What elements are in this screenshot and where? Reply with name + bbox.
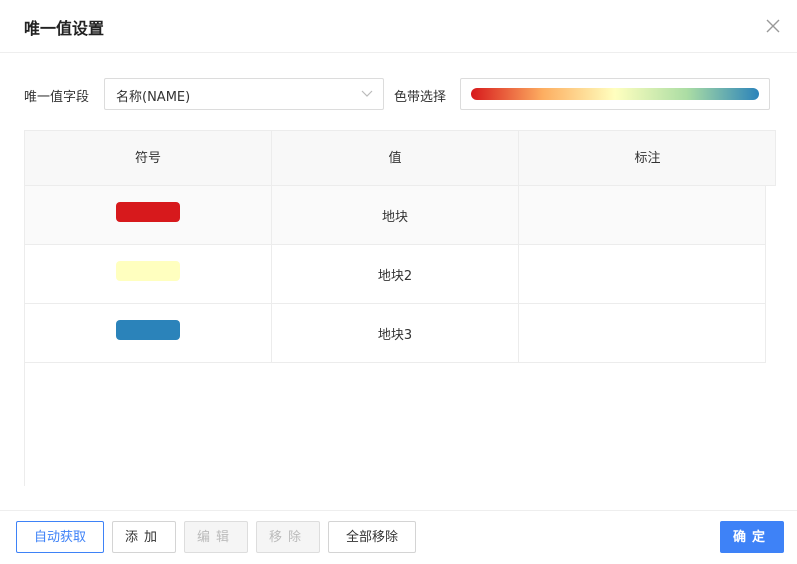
value-cell: 地块3 (272, 304, 519, 362)
header-label: 标注 (634, 151, 661, 166)
unique-value-dialog: 唯一值设置 唯一值字段 名称(NAME) 色带选择 符号 值 标注 地块 地块2… (0, 0, 797, 564)
dialog-footer: 自动获取 添加 编辑 移除 全部移除 确定 (0, 510, 797, 564)
table-row[interactable]: 地块 (25, 186, 766, 245)
label-cell[interactable] (519, 304, 766, 362)
symbol-swatch[interactable] (116, 320, 180, 340)
color-ramp-preview (471, 88, 759, 100)
symbol-cell (25, 186, 272, 244)
value-cell: 地块2 (272, 245, 519, 303)
label-cell[interactable] (519, 245, 766, 303)
value-cell: 地块 (272, 186, 519, 244)
dialog-header: 唯一值设置 (0, 0, 797, 53)
value-text: 地块2 (377, 269, 413, 284)
symbol-table: 符号 值 标注 地块 地块2 地块3 (24, 130, 776, 486)
remove-all-button[interactable]: 全部移除 (328, 521, 416, 553)
symbol-swatch[interactable] (116, 261, 180, 281)
symbol-swatch[interactable] (116, 202, 180, 222)
chevron-down-icon (361, 90, 373, 97)
unique-field-label: 唯一值字段 (24, 90, 90, 105)
unique-field-select[interactable]: 名称(NAME) (104, 78, 384, 110)
remove-button[interactable]: 移除 (256, 521, 320, 553)
unique-field-value: 名称(NAME) (116, 90, 191, 105)
dialog-title: 唯一值设置 (24, 19, 105, 38)
color-ramp-label: 色带选择 (394, 90, 447, 105)
label-cell[interactable] (519, 186, 766, 244)
edit-button[interactable]: 编辑 (184, 521, 248, 553)
header-value: 值 (272, 131, 519, 186)
symbol-cell (25, 245, 272, 303)
value-text: 地块3 (377, 328, 413, 343)
value-text: 地块 (381, 210, 408, 225)
table-header: 符号 值 标注 (25, 130, 776, 186)
auto-fetch-button[interactable]: 自动获取 (16, 521, 104, 553)
color-ramp-select[interactable] (460, 78, 770, 110)
table-row[interactable]: 地块2 (25, 245, 766, 304)
symbol-cell (25, 304, 272, 362)
confirm-button[interactable]: 确定 (720, 521, 784, 553)
header-symbol: 符号 (25, 131, 272, 186)
close-icon[interactable] (763, 16, 783, 36)
table-row[interactable]: 地块3 (25, 304, 766, 363)
add-button[interactable]: 添加 (112, 521, 176, 553)
